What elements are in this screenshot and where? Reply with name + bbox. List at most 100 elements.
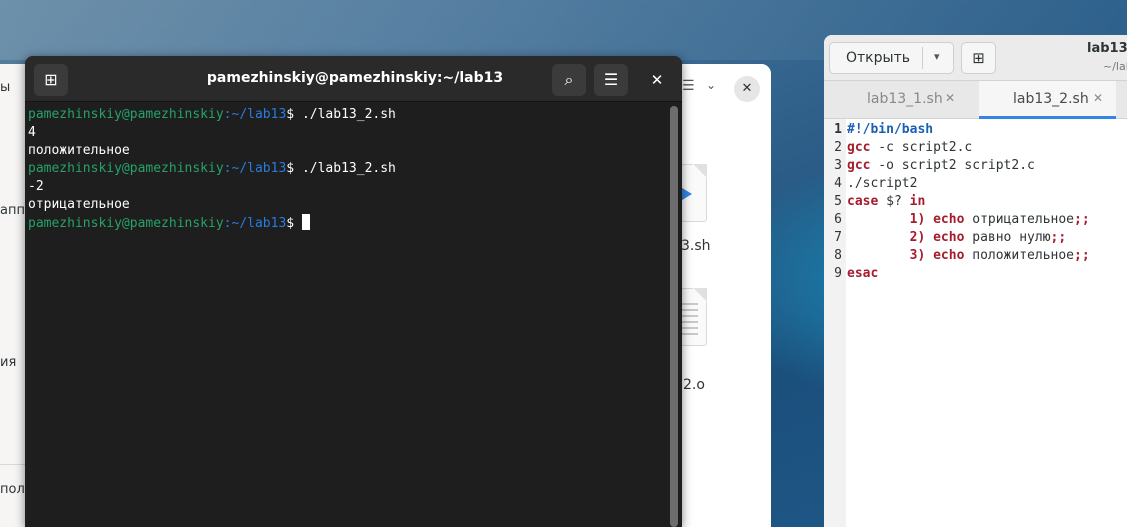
code-text: case $? in [847,193,925,211]
terminal-output[interactable]: pamezhinskiy@pamezhinskiy:~/lab13$ ./lab… [25,106,665,527]
code-token: esac [847,266,879,281]
prompt-line: pamezhinskiy@pamezhinskiy:~/lab13$ ./lab… [28,160,665,178]
line-number: 1 [834,122,842,137]
code-line: 5 case $? in [824,193,1127,211]
code-token: ./script2 [847,176,918,191]
code-text: 3) echo положительное;; [847,247,1090,265]
command-text: ./lab13_2.sh [301,161,396,176]
code-token: in [909,194,926,209]
output-line: -2 [28,179,44,194]
search-button[interactable]: ⌕ [552,64,586,96]
open-button-label: Открыть [846,50,910,66]
file-name[interactable]: 2.o [683,377,705,393]
files-window: ☰ ⌄ ✕ 3.sh 2.o [668,64,771,527]
code-line: 6 1) echo отрицательное;; [824,211,1127,229]
output-line: отрицательное [28,197,130,212]
terminal-scrollbar[interactable] [670,106,678,527]
code-token: $? [878,194,910,209]
code-text: ./script2 [847,175,917,193]
divider [922,47,923,69]
code-line: 4 ./script2 [824,175,1127,193]
terminal-close-button[interactable]: ✕ [645,68,669,92]
files-left-fragment[interactable]: ы [0,80,10,95]
line-number: 4 [834,176,842,191]
prompt-line: pamezhinskiy@pamezhinskiy:~/lab13$ [28,214,665,232]
close-tab-icon[interactable]: ✕ [1093,91,1103,105]
code-area[interactable]: 1 #!/bin/bash 2 gcc -c script2.c 3 gcc -o scr… [824,121,1127,283]
list-view-icon[interactable]: ☰ [682,78,695,94]
prompt-dollar: $ [286,107,302,122]
output-line: положительное [28,143,130,158]
tab-label: lab13_2.sh [1013,91,1089,107]
document-title: lab13_ [1087,41,1127,56]
page-fold [693,288,707,302]
code-token: отрицательное [964,212,1074,227]
code-text: esac [847,265,878,283]
new-document-button[interactable]: ⊞ [961,42,996,74]
code-token: gcc [847,140,871,155]
code-token: ;; [1050,230,1067,245]
active-tab-indicator [979,116,1116,119]
prompt-dollar: $ [286,161,302,176]
text-cursor [301,214,310,230]
code-token: #!/bin/bash [847,122,934,137]
line-number: 2 [834,140,842,155]
code-token: 2) [909,230,926,245]
prompt-user: pamezhinskiy@pamezhinskiy [28,216,224,231]
prompt-path: :~/lab13 [223,161,287,176]
code-text: gcc -o script2 script2.c [847,157,1035,175]
code-token: 3) [909,248,926,263]
code-text: gcc -c script2.c [847,139,972,157]
chevron-down-icon[interactable]: ▾ [934,50,940,63]
code-token: равно нулю [964,230,1051,245]
code-token: echo [933,248,965,263]
line-number: 9 [834,266,842,281]
code-line: 9 esac [824,265,1127,283]
code-token: echo [933,212,965,227]
chevron-down-icon[interactable]: ⌄ [706,78,716,92]
code-token: echo [933,230,965,245]
prompt-path: :~/lab13 [223,216,287,231]
line-number: 3 [834,158,842,173]
files-header: ☰ ⌄ ✕ [668,64,771,112]
tab-lab13-1[interactable]: lab13_1.sh ✕ [846,81,976,119]
code-line: 7 2) echo равно нулю;; [824,229,1127,247]
close-tab-icon[interactable]: ✕ [945,91,955,105]
files-close-button[interactable]: ✕ [734,76,760,102]
prompt-path: :~/lab13 [223,107,287,122]
code-text: 1) echo отрицательное;; [847,211,1090,229]
editor-tabs: lab13_1.sh ✕ lab13_2.sh ✕ [824,81,1127,119]
new-tab-button[interactable]: ⊞ [34,64,68,96]
tab-label: lab13_1.sh [867,91,943,107]
output-line: 4 [28,125,36,140]
files-left-fragment[interactable]: апп [0,203,25,218]
code-text: 2) echo равно нулю;; [847,229,1067,247]
line-number: 6 [834,212,842,227]
text-editor-window: Открыть ▾ ⊞ lab13_ ~/lab lab13_1.sh ✕ la… [824,35,1127,527]
command-text: ./lab13_2.sh [301,107,396,122]
code-token: gcc [847,158,871,173]
code-token: ;; [1074,212,1090,227]
prompt-dollar: $ [286,216,302,231]
terminal-header: ⊞ pamezhinskiy@pamezhinskiy:~/lab13 ⌕ ☰ … [25,56,682,102]
code-line: 1 #!/bin/bash [824,121,1127,139]
code-token: -o script2 script2.c [870,158,1035,173]
document-path: ~/lab [1103,60,1127,73]
file-name[interactable]: 3.sh [681,238,711,254]
scrollbar-thumb[interactable] [670,106,678,527]
code-token: 1) [909,212,926,227]
code-token: ;; [1074,248,1090,263]
files-left-fragment[interactable]: ия [0,355,16,370]
editor-header: Открыть ▾ ⊞ lab13_ ~/lab [824,35,1127,81]
open-button[interactable]: Открыть ▾ [829,42,954,74]
menu-button[interactable]: ☰ [594,64,628,96]
line-number: 7 [834,230,842,245]
tab-lab13-2[interactable]: lab13_2.sh ✕ [979,81,1116,119]
line-number: 5 [834,194,842,209]
